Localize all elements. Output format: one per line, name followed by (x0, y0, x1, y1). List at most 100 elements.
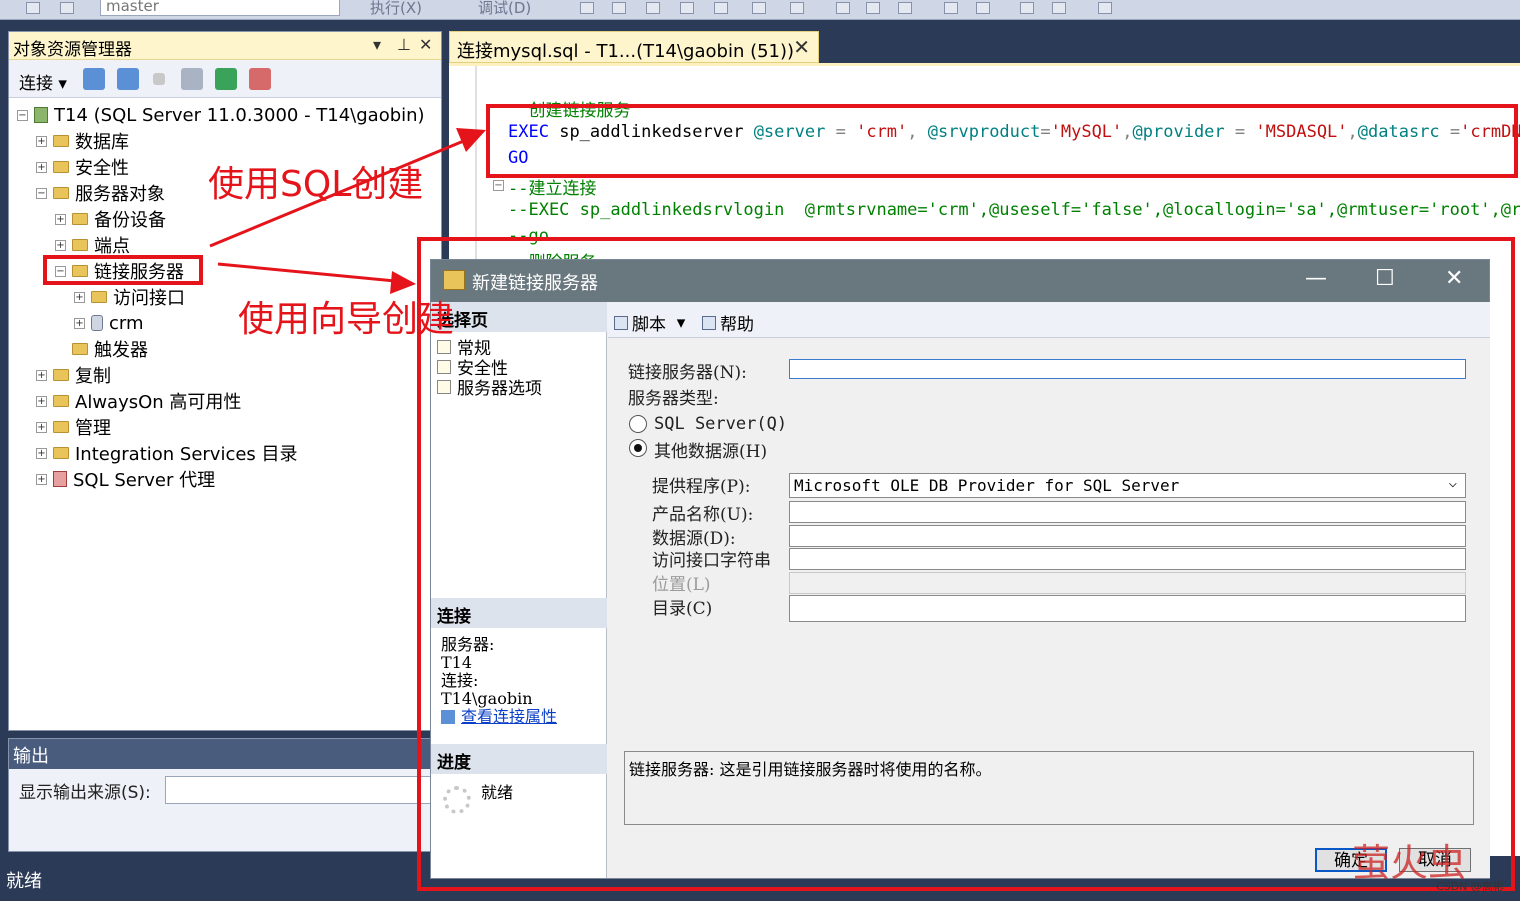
annotation-box-sql (486, 104, 1518, 178)
collapse-icon[interactable]: − (17, 109, 28, 121)
watermark-credit: CSDN @高彬 (1436, 880, 1504, 893)
expand-icon[interactable]: + (36, 369, 47, 381)
folder-icon (53, 447, 69, 459)
tree-item-crm[interactable]: + crm (74, 310, 144, 336)
object-explorer-title: 对象资源管理器 (13, 40, 132, 60)
tree-item-server-objects[interactable]: − 服务器对象 (36, 180, 165, 206)
tree-label: 管理 (75, 418, 111, 439)
debug-button[interactable]: 调试(D) (478, 0, 531, 18)
tree-label: crm (109, 312, 144, 334)
toolbar-icon[interactable] (646, 2, 660, 14)
tree-item-sql-agent[interactable]: + SQL Server 代理 (36, 466, 215, 492)
expand-icon[interactable]: + (74, 291, 85, 303)
toolbar-icon[interactable] (26, 2, 40, 14)
document-tab[interactable]: 连接mysql.sql - T1...(T14\gaobin (51)) ✕ (449, 31, 819, 63)
expand-icon[interactable]: + (74, 317, 85, 329)
toolbar-icon[interactable] (1052, 2, 1066, 14)
output-panel: 输出 显示输出来源(S): (8, 738, 449, 852)
expand-icon[interactable]: + (36, 161, 47, 173)
tree-item-management[interactable]: + 管理 (36, 414, 111, 440)
linked-db-icon (91, 315, 103, 331)
status-text: 就绪 (6, 871, 42, 892)
tree-label: 服务器对象 (75, 184, 165, 205)
tree-item-security[interactable]: + 安全性 (36, 154, 129, 180)
connect-engine-icon[interactable] (83, 68, 105, 90)
folder-icon (72, 239, 88, 251)
tree-item-providers[interactable]: + 访问接口 (74, 284, 185, 310)
toolbar-icon[interactable] (976, 2, 990, 14)
close-icon[interactable]: ✕ (419, 35, 432, 54)
toolbar-icon[interactable] (898, 2, 912, 14)
folder-icon (53, 187, 69, 199)
folder-icon (53, 135, 69, 147)
activity-monitor-icon[interactable] (249, 68, 271, 90)
toolbar-icon[interactable] (60, 2, 74, 14)
tree-label: T14 (SQL Server 11.0.3000 - T14\gaobin) (54, 104, 425, 126)
refresh-icon[interactable] (215, 68, 237, 90)
tree-item-databases[interactable]: + 数据库 (36, 128, 129, 154)
annotation-sql-create: 使用SQL创建 (208, 164, 424, 205)
disconnect-icon[interactable] (117, 68, 139, 90)
folder-icon (53, 421, 69, 433)
folder-icon (72, 213, 88, 225)
tree-item-backup-devices[interactable]: + 备份设备 (55, 206, 166, 232)
expand-icon[interactable]: + (55, 213, 66, 225)
stop-icon[interactable] (153, 73, 165, 85)
toolbar-icon[interactable] (836, 2, 850, 14)
tree-item-integration-services[interactable]: + Integration Services 目录 (36, 440, 298, 466)
expand-icon[interactable]: + (36, 135, 47, 147)
toolbar-icon[interactable] (1020, 2, 1034, 14)
toolbar-icon[interactable] (866, 2, 880, 14)
collapse-icon[interactable]: − (493, 180, 504, 191)
collapse-icon[interactable]: − (36, 187, 47, 199)
folder-icon (91, 291, 107, 303)
toolbar-icon[interactable] (714, 2, 728, 14)
folder-icon (72, 343, 88, 355)
tree-item-replication[interactable]: + 复制 (36, 362, 111, 388)
tree-label: 访问接口 (113, 288, 185, 309)
expand-icon[interactable]: + (36, 473, 47, 485)
connect-button[interactable]: 连接 ▾ (19, 69, 67, 94)
tree-label: AlwaysOn 高可用性 (75, 392, 242, 413)
object-explorer-titlebar: 对象资源管理器 ▾ ⊥ ✕ (9, 32, 441, 60)
toolbar-icon[interactable] (752, 2, 766, 14)
toolbar-icon[interactable] (790, 2, 804, 14)
document-tab-label: 连接mysql.sql - T1...(T14\gaobin (51)) (457, 41, 795, 62)
object-explorer-toolbar: 连接 ▾ (9, 60, 441, 98)
tree-item-alwayson[interactable]: + AlwaysOn 高可用性 (36, 388, 241, 414)
output-source-label: 显示输出来源(S): (19, 783, 151, 803)
agent-icon (53, 471, 67, 487)
expand-icon[interactable]: + (36, 447, 47, 459)
execute-button[interactable]: 执行(X) (370, 0, 422, 18)
toolbar-icon[interactable] (580, 2, 594, 14)
expand-icon[interactable]: + (36, 421, 47, 433)
expand-icon[interactable]: + (55, 239, 66, 251)
main-toolbar: master 执行(X) 调试(D) (0, 0, 1520, 20)
tree-item-triggers[interactable]: 触发器 (72, 336, 148, 362)
output-source-select[interactable] (165, 776, 445, 804)
dropdown-icon[interactable]: ▾ (373, 35, 381, 54)
tree-label: 安全性 (75, 158, 129, 179)
code-line: --EXEC sp_addlinkedsrvlogin @rmtsrvname=… (508, 200, 1520, 220)
toolbar-icon[interactable] (944, 2, 958, 14)
annotation-wizard-create: 使用向导创建 (238, 299, 455, 340)
tree-server-node[interactable]: − T14 (SQL Server 11.0.3000 - T14\gaobin… (17, 102, 425, 128)
server-icon (34, 107, 48, 123)
annotation-box-dialog (417, 237, 1515, 891)
expand-icon[interactable]: + (36, 395, 47, 407)
toolbar-icon[interactable] (612, 2, 626, 14)
object-explorer-panel: 对象资源管理器 ▾ ⊥ ✕ 连接 ▾ − T14 (SQL Server 11.… (8, 31, 442, 731)
toolbar-icon[interactable] (680, 2, 694, 14)
tree-label: 复制 (75, 366, 111, 387)
database-selector[interactable]: master (100, 0, 340, 16)
close-icon[interactable]: ✕ (793, 35, 810, 59)
tree-label: 备份设备 (94, 210, 166, 231)
folder-icon (53, 161, 69, 173)
annotation-box-linked-servers (43, 255, 203, 285)
toolbar-icon[interactable] (1098, 2, 1112, 14)
tree-label: Integration Services 目录 (75, 444, 298, 465)
folder-icon (53, 395, 69, 407)
filter-icon[interactable] (181, 68, 203, 90)
pin-icon[interactable]: ⊥ (397, 35, 411, 54)
tree-label: 数据库 (75, 132, 129, 153)
